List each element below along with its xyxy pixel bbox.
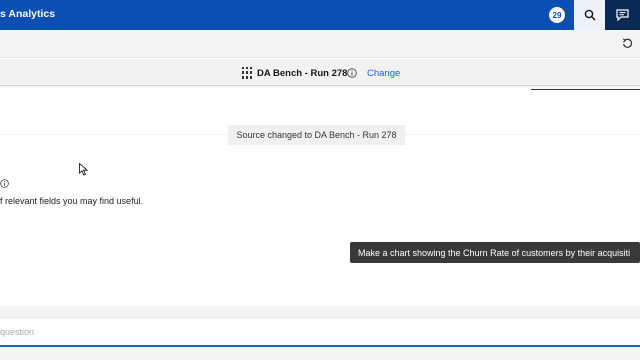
info-icon[interactable] bbox=[347, 68, 357, 78]
system-message: Source changed to DA Bench - Run 278 bbox=[228, 125, 405, 145]
suggestion-tooltip: Make a chart showing the Churn Rate of c… bbox=[350, 242, 640, 263]
data-source-icon bbox=[242, 67, 252, 79]
tooltip-text: Make a chart showing the Churn Rate of c… bbox=[358, 247, 631, 258]
info-icon[interactable] bbox=[0, 179, 9, 188]
change-source-link[interactable]: Change bbox=[367, 68, 400, 79]
toolbar bbox=[0, 30, 640, 58]
reset-button[interactable] bbox=[620, 36, 634, 50]
chat-icon bbox=[616, 9, 629, 21]
data-source-name: DA Bench - Run 278 bbox=[257, 68, 348, 79]
question-input[interactable] bbox=[0, 317, 640, 347]
search-button[interactable] bbox=[574, 0, 605, 30]
mouse-cursor-icon bbox=[79, 163, 88, 176]
notification-badge[interactable]: 29 bbox=[549, 7, 565, 23]
divider-line bbox=[531, 89, 640, 90]
top-header-bar bbox=[0, 0, 640, 30]
chat-button[interactable] bbox=[605, 0, 640, 30]
reset-icon bbox=[622, 37, 632, 48]
search-icon bbox=[584, 9, 596, 21]
assistant-message-text: f relevant fields you may find useful. bbox=[0, 196, 144, 206]
app-title: s Analytics bbox=[0, 8, 56, 20]
